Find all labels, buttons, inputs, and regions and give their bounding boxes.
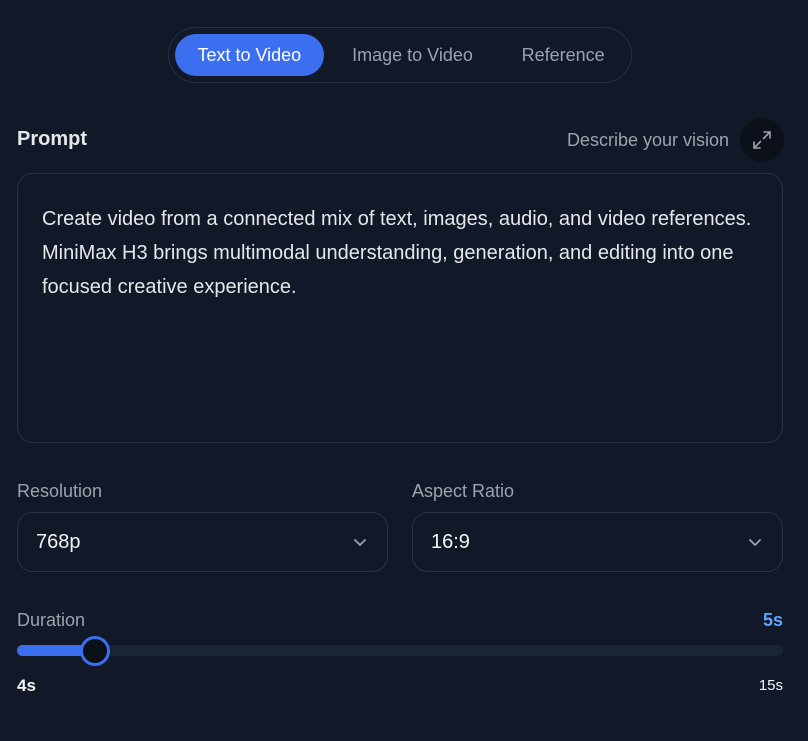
duration-slider-thumb[interactable] — [79, 636, 110, 666]
tab-text-to-video[interactable]: Text to Video — [175, 34, 324, 76]
prompt-hint: Describe your vision — [566, 130, 729, 150]
aspect-ratio-label: Aspect Ratio — [412, 481, 515, 501]
duration-min-label: 4s — [17, 676, 36, 695]
tab-image-to-video[interactable]: Image to Video — [324, 34, 502, 76]
prompt-label: Prompt — [17, 128, 87, 150]
tab-reference[interactable]: Reference — [501, 34, 625, 76]
aspect-ratio-value: 16:9 — [431, 530, 470, 553]
prompt-textarea[interactable]: Create video from a connected mix of tex… — [17, 173, 783, 443]
mode-tabs: Text to Video Image to Video Reference — [168, 27, 632, 83]
expand-icon — [753, 131, 771, 149]
resolution-value: 768p — [36, 530, 81, 553]
video-generation-panel: Text to Video Image to Video Reference P… — [0, 0, 808, 741]
duration-label: Duration — [17, 610, 86, 630]
duration-slider-track[interactable] — [17, 645, 783, 656]
resolution-select[interactable]: 768p — [17, 512, 388, 572]
chevron-down-icon — [354, 539, 366, 546]
resolution-label: Resolution — [17, 481, 103, 501]
expand-button[interactable] — [740, 118, 784, 162]
chevron-down-icon — [749, 539, 761, 546]
duration-max-label: 15s — [758, 677, 783, 694]
duration-value: 5s — [762, 610, 783, 630]
aspect-ratio-select[interactable]: 16:9 — [412, 512, 783, 572]
prompt-text: Create video from a connected mix of tex… — [42, 208, 752, 298]
